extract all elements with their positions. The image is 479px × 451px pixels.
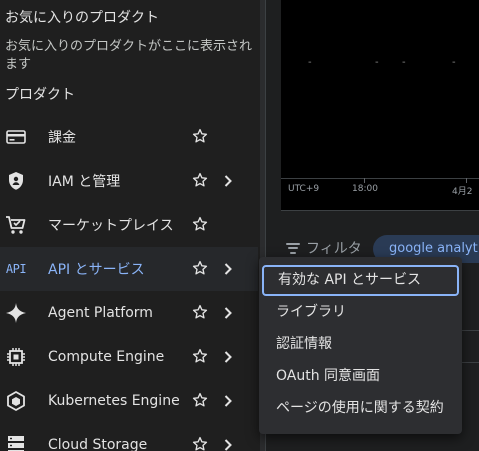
chevron-right-icon[interactable] bbox=[222, 393, 234, 409]
nav-item-apis-services[interactable]: API API とサービス bbox=[0, 247, 258, 291]
storage-icon bbox=[5, 434, 27, 451]
chart-x-axis bbox=[281, 178, 479, 179]
chart-x-tick-label: 4月2 bbox=[452, 187, 473, 197]
products-section-title: プロダクト bbox=[5, 87, 75, 103]
star-icon[interactable] bbox=[191, 171, 209, 189]
filter-bar[interactable]: フィルタ bbox=[286, 238, 362, 258]
nav-item-label: IAM と管理 bbox=[48, 174, 121, 190]
filter-label: フィルタ bbox=[306, 241, 362, 257]
star-icon[interactable] bbox=[191, 215, 209, 233]
nav-item-label: API とサービス bbox=[48, 262, 145, 278]
favorites-section-title: お気に入りのプロダクト bbox=[5, 10, 159, 26]
star-icon[interactable] bbox=[191, 391, 209, 409]
chart-tick bbox=[466, 178, 467, 183]
nav-item-label: Kubernetes Engine bbox=[48, 393, 180, 409]
nav-item-kubernetes-engine[interactable]: Kubernetes Engine bbox=[0, 379, 258, 423]
apis-services-submenu: 有効な API とサービス ライブラリ 認証情報 OAuth 同意画面 ページの… bbox=[259, 257, 462, 434]
nav-item-cloud-storage[interactable]: Cloud Storage bbox=[0, 423, 258, 451]
star-icon[interactable] bbox=[191, 435, 209, 451]
nav-item-label: マーケットプレイス bbox=[48, 218, 174, 234]
shield-icon bbox=[5, 170, 27, 192]
divider bbox=[281, 210, 479, 211]
nav-item-label: Cloud Storage bbox=[48, 437, 148, 451]
star-icon[interactable] bbox=[191, 259, 209, 277]
sparkle-icon bbox=[5, 302, 27, 324]
submenu-item-library[interactable]: ライブラリ bbox=[259, 296, 462, 328]
cart-icon bbox=[5, 214, 27, 236]
nav-item-marketplace[interactable]: マーケットプレイス bbox=[0, 203, 258, 247]
chart-x-tick-label: UTC+9 bbox=[288, 184, 320, 194]
submenu-item-page-usage-agreements[interactable]: ページの使用に関する契約 bbox=[259, 392, 462, 424]
kubernetes-icon bbox=[5, 390, 27, 412]
submenu-item-credentials[interactable]: 認証情報 bbox=[259, 328, 462, 360]
filter-icon bbox=[286, 242, 300, 254]
nav-item-billing[interactable]: 課金 bbox=[0, 115, 258, 159]
billing-icon bbox=[5, 126, 27, 148]
nav-item-iam[interactable]: IAM と管理 bbox=[0, 159, 258, 203]
chart-tick bbox=[364, 178, 365, 183]
submenu-item-oauth-consent[interactable]: OAuth 同意画面 bbox=[259, 360, 462, 392]
nav-item-label: 課金 bbox=[48, 130, 76, 146]
star-icon[interactable] bbox=[191, 127, 209, 145]
product-navigation-menu: お気に入りのプロダクト お気に入りのプロダクトがここに表示されます プロダクト … bbox=[0, 0, 266, 451]
chart-empty-dash: - bbox=[452, 57, 456, 68]
chart-empty-dash: - bbox=[375, 57, 379, 68]
submenu-item-enabled-apis[interactable]: 有効な API とサービス bbox=[262, 265, 459, 296]
nav-item-label: Agent Platform bbox=[48, 305, 153, 321]
chevron-right-icon[interactable] bbox=[222, 261, 234, 277]
chevron-right-icon[interactable] bbox=[222, 437, 234, 451]
nav-item-compute-engine[interactable]: Compute Engine bbox=[0, 335, 258, 379]
star-icon[interactable] bbox=[191, 303, 209, 321]
nav-item-label: Compute Engine bbox=[48, 349, 165, 365]
nav-item-agent-platform[interactable]: Agent Platform bbox=[0, 291, 258, 335]
chevron-right-icon[interactable] bbox=[222, 305, 234, 321]
favorites-empty-message: お気に入りのプロダクトがここに表示されます bbox=[5, 39, 253, 72]
chart-empty-dash: - bbox=[402, 57, 406, 68]
chart-x-tick-label: 18:00 bbox=[352, 184, 378, 194]
chevron-right-icon[interactable] bbox=[222, 349, 234, 365]
chart-empty-dash: - bbox=[308, 57, 312, 68]
star-icon[interactable] bbox=[191, 347, 209, 365]
chevron-right-icon[interactable] bbox=[222, 173, 234, 189]
chip-icon bbox=[5, 346, 27, 368]
api-icon: API bbox=[5, 262, 27, 276]
